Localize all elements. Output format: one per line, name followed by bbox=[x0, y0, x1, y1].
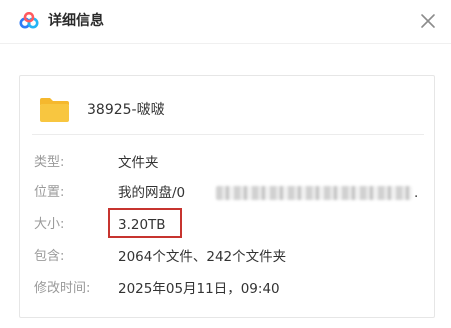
folder-icon bbox=[40, 98, 69, 122]
contents-label: 包含: bbox=[34, 249, 65, 264]
dialog-title: 详细信息 bbox=[48, 13, 104, 29]
close-icon[interactable] bbox=[419, 12, 437, 30]
file-header: 38925-啵啵 bbox=[20, 76, 434, 134]
location-value-end: . bbox=[414, 185, 419, 201]
size-highlight-box bbox=[108, 208, 182, 238]
size-row: 大小: 3.20TB bbox=[20, 214, 434, 236]
modified-label: 修改时间: bbox=[34, 281, 91, 296]
type-value: 文件夹 bbox=[118, 155, 159, 171]
dialog-titlebar: 详细信息 bbox=[0, 0, 451, 44]
contents-row: 包含: 2064个文件、242个文件夹 bbox=[20, 246, 434, 268]
size-label: 大小: bbox=[34, 217, 65, 232]
redacted-path bbox=[216, 186, 412, 200]
type-row: 类型: 文件夹 bbox=[20, 152, 434, 174]
details-card: 38925-啵啵 类型: 文件夹 位置: 我的网盘/0 . 大小: 3.20TB… bbox=[19, 75, 435, 318]
modified-value: 2025年05月11日，09:40 bbox=[118, 281, 280, 297]
contents-value: 2064个文件、242个文件夹 bbox=[118, 249, 287, 265]
modified-row: 修改时间: 2025年05月11日，09:40 bbox=[20, 278, 434, 300]
location-label: 位置: bbox=[34, 185, 65, 200]
location-row: 位置: 我的网盘/0 . bbox=[20, 182, 434, 204]
file-name: 38925-啵啵 bbox=[87, 102, 165, 118]
divider bbox=[32, 134, 424, 135]
location-value[interactable]: 我的网盘/0 bbox=[118, 184, 185, 202]
baidu-netdisk-logo-icon bbox=[19, 12, 39, 29]
type-label: 类型: bbox=[34, 155, 65, 170]
